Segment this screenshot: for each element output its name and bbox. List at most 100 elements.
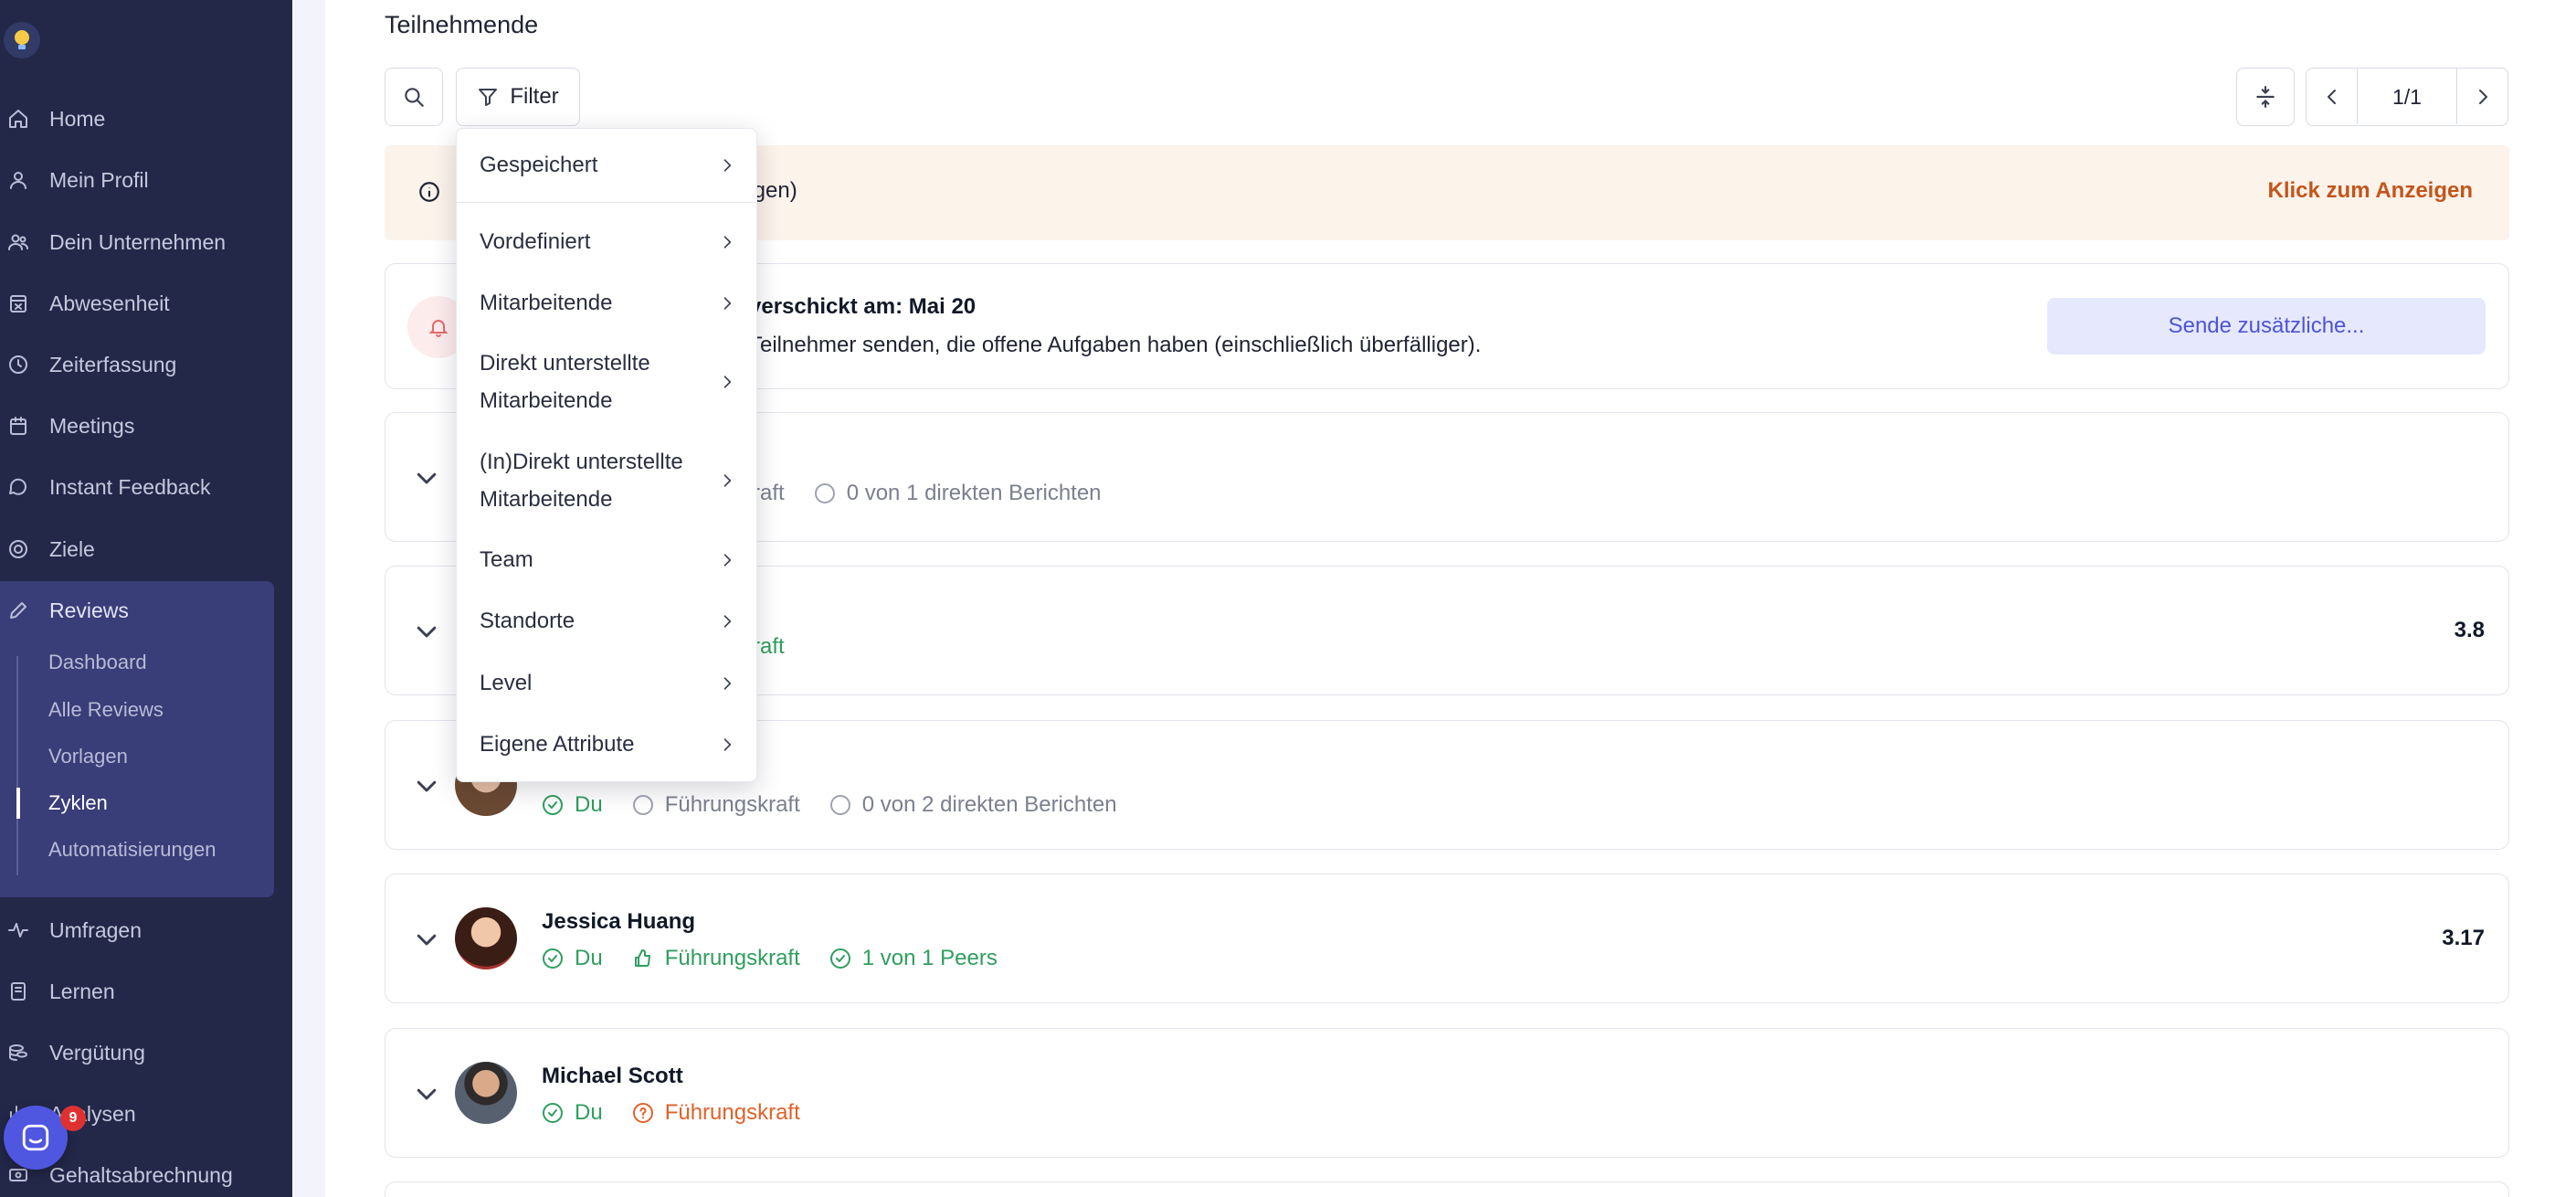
circle-icon (632, 795, 653, 815)
filter-option-vordefiniert[interactable]: Vordefiniert (457, 223, 758, 260)
status-direct-reports: 0 von 1 direkten Berichten (814, 481, 1102, 506)
chevron-right-icon (723, 235, 732, 249)
book-icon (5, 979, 31, 1004)
chat-launcher-button[interactable] (4, 1106, 68, 1170)
sidebar-item-label: Abwesenheit (49, 291, 170, 315)
home-icon (5, 106, 31, 132)
sidebar-subitem-vorlagen[interactable]: Vorlagen (48, 740, 128, 773)
pagination: 1/1 (2306, 68, 2508, 126)
sidebar-item-label: Gehaltsabrechnung (49, 1162, 233, 1187)
sidebar-item-dein-unternehmen[interactable]: Dein Unternehmen (0, 217, 292, 268)
filter-option-team[interactable]: Team (457, 541, 758, 578)
filter-option-gespeichert[interactable]: Gespeichert (457, 146, 758, 184)
sidebar-item-instant-feedback[interactable]: Instant Feedback (0, 461, 292, 513)
collapse-icon (2256, 86, 2275, 108)
sidebar-item-label: Umfragen (49, 917, 142, 942)
pencil-icon (5, 598, 31, 623)
filter-icon (479, 89, 498, 106)
previous-page-button[interactable] (2307, 69, 2358, 124)
participant-score: 3.17 (2442, 926, 2485, 950)
info-icon (419, 182, 439, 202)
filter-option-direkt-unterstellte[interactable]: Direkt unterstellte Mitarbeitende (457, 344, 758, 419)
check-circle-icon (543, 795, 563, 815)
chevron-right-icon (723, 737, 732, 751)
filter-option-level[interactable]: Level (457, 664, 758, 702)
sidebar-item-umfragen[interactable]: Umfragen (0, 905, 292, 956)
chevron-right-icon (723, 474, 732, 487)
dropdown-divider (457, 202, 758, 203)
filter-option-indirekt-unterstellte[interactable]: (In)Direkt unterstellte Mitarbeitende (457, 443, 758, 518)
send-additional-button[interactable]: Sende zusätzliche... (2047, 298, 2486, 355)
status-self: Du (542, 792, 603, 818)
sidebar-item-meetings[interactable]: Meetings (0, 400, 292, 451)
expand-button[interactable] (413, 1080, 440, 1107)
expand-button[interactable] (413, 464, 440, 492)
status-self: Du (542, 1100, 603, 1126)
expand-button[interactable] (413, 772, 440, 800)
filter-option-mitarbeitende[interactable]: Mitarbeitende (457, 284, 758, 322)
info-banner-link[interactable]: Klick zum Anzeigen (2268, 178, 2473, 204)
sidebar-item-zeiterfassung[interactable]: Zeiterfassung (0, 339, 292, 390)
calendar-x-icon (5, 291, 31, 316)
search-button[interactable] (385, 68, 443, 126)
bell-icon (428, 320, 449, 337)
avatar (455, 907, 517, 969)
sidebar-item-ziele[interactable]: Ziele (0, 524, 292, 575)
sidebar-item-label: Reviews (49, 598, 129, 622)
participant-name[interactable]: Jessica Huang (542, 909, 695, 935)
clock-icon (5, 352, 31, 377)
sidebar-subitem-zyklen[interactable]: Zyklen (48, 787, 108, 820)
participant-name[interactable]: Michael Scott (542, 1064, 683, 1089)
sidebar-item-reviews[interactable]: Reviews (0, 585, 292, 636)
sidebar-item-mein-profil[interactable]: Mein Profil (0, 154, 292, 206)
chevron-down-icon (417, 1088, 437, 1100)
reminder-title: verschickt am: Mai 20 (749, 294, 977, 319)
sidebar-subitem-dashboard[interactable]: Dashboard (48, 646, 147, 679)
sidebar-subitem-alle-reviews[interactable]: Alle Reviews (48, 694, 164, 726)
status-manager: Führungskraft (632, 946, 800, 971)
participant-card[interactable] (385, 1181, 2509, 1197)
chevron-right-icon (723, 296, 732, 310)
pulse-icon (5, 917, 31, 943)
filter-option-standorte[interactable]: Standorte (457, 602, 758, 640)
circle-icon (829, 795, 850, 815)
chevron-right-icon (2478, 89, 2487, 104)
sidebar-item-lernen[interactable]: Lernen (0, 966, 292, 1017)
filter-button[interactable]: Filter (456, 68, 580, 126)
sidebar-item-label: Mein Profil (49, 167, 149, 192)
sidebar-item-verguetung[interactable]: Vergütung (0, 1027, 292, 1078)
status-peers: 1 von 1 Peers (829, 946, 998, 971)
user-icon (5, 167, 31, 193)
reminder-description: Teilnehmer senden, die offene Aufgaben h… (749, 333, 1482, 357)
sidebar-item-label: Ziele (49, 536, 95, 561)
sidebar-item-label: Home (49, 106, 106, 131)
calendar-icon (5, 413, 31, 439)
thumbs-up-icon (634, 949, 650, 967)
sidebar-item-label: Lernen (49, 979, 115, 1003)
sidebar-item-abwesenheit[interactable]: Abwesenheit (0, 278, 292, 329)
expand-button[interactable] (413, 618, 440, 645)
next-page-button[interactable] (2456, 69, 2507, 124)
avatar (455, 1062, 517, 1124)
status-manager: Führungskraft (632, 792, 800, 818)
app-logo[interactable] (4, 22, 40, 58)
sidebar-item-label: Zeiterfassung (49, 352, 177, 376)
collapse-all-button[interactable] (2236, 68, 2295, 126)
question-circle-icon (632, 1103, 653, 1123)
users-icon (5, 229, 31, 255)
sidebar-subitem-automatisierungen[interactable]: Automatisierungen (48, 833, 216, 866)
target-icon (5, 536, 31, 562)
chat-icon (22, 1124, 49, 1151)
participant-card[interactable]: Michael Scott Du Führungskraft (385, 1028, 2509, 1158)
expand-button[interactable] (413, 926, 440, 953)
page-indicator: 1/1 (2392, 84, 2422, 109)
chevron-right-icon (723, 376, 732, 388)
chevron-right-icon (723, 676, 732, 690)
submenu-active-indicator (16, 788, 20, 819)
filter-option-eigene-attribute[interactable]: Eigene Attribute (457, 726, 758, 763)
chevron-down-icon (417, 780, 437, 792)
participant-card[interactable]: Jessica Huang Du Führungskraft 1 von 1 P… (385, 874, 2509, 1003)
message-icon (5, 474, 31, 500)
sidebar-item-home[interactable]: Home (0, 93, 292, 144)
sidebar-item-label: Vergütung (49, 1040, 145, 1065)
